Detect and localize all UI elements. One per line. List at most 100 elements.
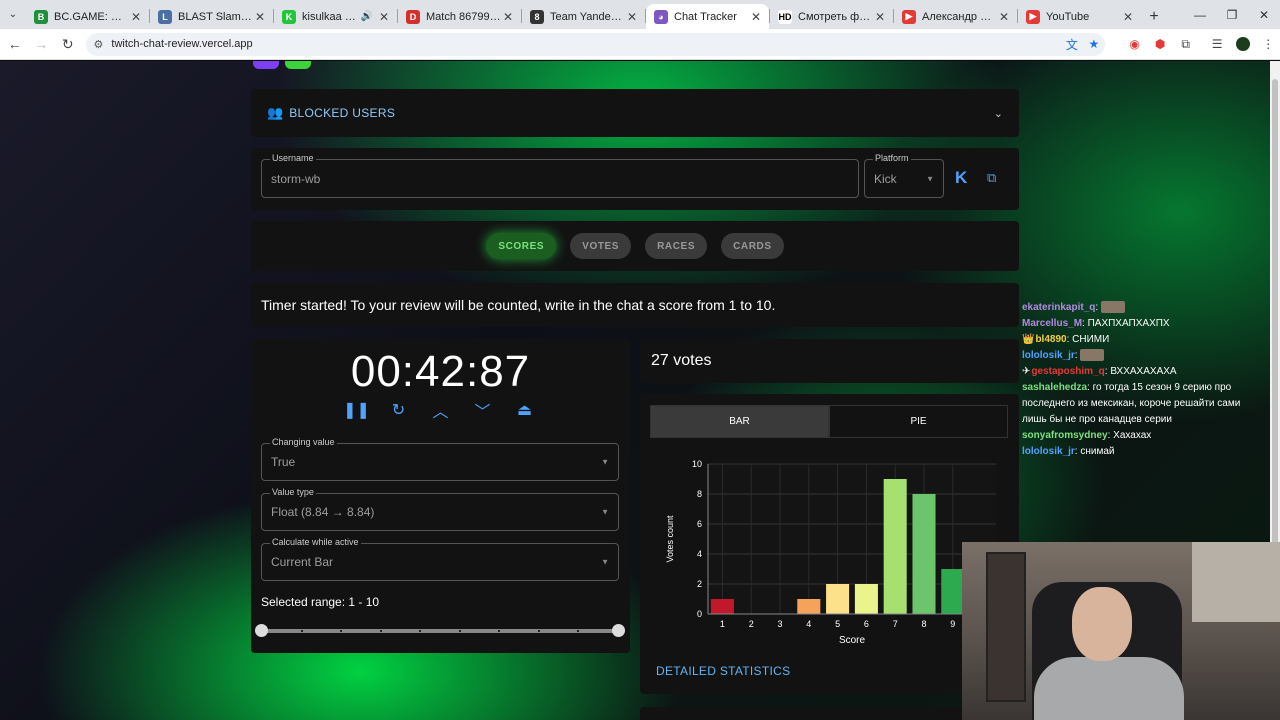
range-min-handle[interactable] [255,624,268,637]
username-field[interactable]: Username storm-wb [261,153,859,198]
browser-tab[interactable]: Kkisulkaa Stream - Kick🔊 ✕ [274,4,397,29]
copy-icon[interactable]: ⧉ [987,170,1001,186]
webcam-overlay [962,542,1280,720]
close-window-icon[interactable]: ✕ [1248,0,1280,29]
slider-tick [577,630,580,632]
tab-title: kisulkaa Stream - Kick [302,10,361,23]
kick-icon[interactable]: K [955,169,971,187]
tab-close-icon[interactable]: ✕ [1121,10,1135,24]
minimize-icon[interactable]: — [1184,0,1216,29]
x-tick-label: 1 [720,619,725,629]
range-slider[interactable] [255,624,625,637]
chevron-down-icon[interactable]: ⌄ [994,107,1003,120]
tab-favicon: ▶ [902,9,916,24]
tab-favicon: D [406,9,420,24]
tab-races[interactable]: RACES [645,233,708,259]
tab-favicon: ▶ [1026,9,1040,24]
changing-value-label: Changing value [270,437,337,447]
browser-tab[interactable]: D Match 8679911370 - Dotabuff✕ [398,4,521,29]
tab-audio-icon[interactable]: 🔊 [361,11,373,22]
adblock-extension-icon[interactable]: ⬢ [1148,32,1172,56]
chat-username[interactable]: ekaterinkapit_q [1022,302,1095,313]
url-input[interactable]: ⚙ twitch-chat-review.vercel.app 文 ★ [85,32,1105,56]
chart-tab-pie[interactable]: PIE [829,405,1008,438]
tab-close-icon[interactable]: ✕ [129,10,143,24]
tab-votes[interactable]: VOTES [570,233,632,259]
browser-tab[interactable]: HD Смотреть фильмы онлайн✕ [770,4,893,29]
votes-count: 27 votes [640,339,1019,383]
chat-message: lololosik_jr: [1020,348,1266,364]
range-max-handle[interactable] [612,624,625,637]
tab-search-icon[interactable]: ⌄ [0,0,26,29]
pause-icon[interactable]: ❚❚ [343,401,370,419]
x-tick-label: 3 [777,619,782,629]
tab-close-icon[interactable]: ✕ [501,10,515,24]
calculate-select[interactable]: Calculate while active Current Bar ▼ [261,537,619,581]
chat-message: sonyafromsydney: Хахахах [1020,428,1266,444]
y-tick-label: 2 [697,579,702,589]
browser-tab[interactable]: B BC.GAME: Crypto Casino✕ [26,4,149,29]
chat-username[interactable]: bl4890 [1035,334,1066,345]
chart-tab-bar[interactable]: BAR [650,405,829,438]
browser-menu-icon[interactable]: ⋮ [1256,32,1280,56]
y-tick-label: 10 [692,459,702,469]
browser-tab[interactable]: ◕ Chat Tracker ✕ [646,4,769,29]
tab-favicon: ◕ [654,9,668,24]
chat-username[interactable]: gestaposhim_q [1031,366,1104,377]
tab-scores[interactable]: SCORES [486,233,557,259]
chat-username[interactable]: sonyafromsydney [1022,430,1108,441]
bookmark-star-icon[interactable]: ★ [1083,37,1105,51]
new-tab-button[interactable]: + [1141,4,1167,29]
chat-username[interactable]: lololosik_jr [1022,446,1075,457]
dropdown-caret-icon: ▼ [601,507,609,517]
x-tick-label: 9 [950,619,955,629]
tab-close-icon[interactable]: ✕ [749,10,763,24]
calculate-label: Calculate while active [270,537,361,547]
forward-icon[interactable]: → [30,32,54,56]
webcam-person-head [1072,587,1132,661]
tab-close-icon[interactable]: ✕ [253,10,267,24]
scrollbar-thumb[interactable] [1272,79,1278,559]
blocked-users-label: BLOCKED USERS [289,106,396,120]
restore-icon[interactable]: ❐ [1216,0,1248,29]
tab-close-icon[interactable]: ✕ [997,10,1011,24]
tab-close-icon[interactable]: ✕ [377,10,391,24]
browser-tab[interactable]: L BLAST Slam VI - Liquipedia✕ [150,4,273,29]
reset-icon[interactable]: ↻ [390,401,408,419]
chat-username[interactable]: sashalehedza [1022,382,1087,393]
x-axis-label: Score [839,635,866,646]
slider-tick [419,630,422,632]
extensions-icon[interactable]: ⧉ [1174,32,1198,56]
profile-avatar[interactable] [1231,32,1255,56]
browser-tab[interactable]: ▶ YouTube ✕ [1018,4,1141,29]
back-icon[interactable]: ← [3,32,27,56]
user-settings-row: Username storm-wb Platform Kick ▼ K ⧉ [251,148,1019,210]
site-info-icon[interactable]: ⚙ [94,38,104,51]
chevron-down-icon[interactable]: ﹀ [474,401,492,421]
detailed-statistics-link[interactable]: DETAILED STATISTICS [656,664,790,678]
eject-icon[interactable]: ⏏ [516,401,534,419]
tab-close-icon[interactable]: ✕ [873,10,887,24]
y-tick-label: 6 [697,519,702,529]
value-type-select[interactable]: Value type Float (8.84 → 8.84) ▼ [261,487,619,531]
x-tick-label: 6 [864,619,869,629]
x-tick-label: 7 [893,619,898,629]
slider-tick [537,630,540,632]
tab-cards[interactable]: CARDS [721,233,784,259]
browser-tab[interactable]: ▶ Александр Штефанов✕ [894,4,1017,29]
reload-icon[interactable]: ↻ [56,32,80,56]
reading-list-icon[interactable]: ☰ [1205,32,1229,56]
translate-icon[interactable]: 文 [1061,36,1083,53]
chat-username[interactable]: lololosik_jr [1022,350,1075,361]
chat-username[interactable]: Marcellus_M [1022,318,1082,329]
tab-close-icon[interactable]: ✕ [625,10,639,24]
y-tick-label: 8 [697,489,702,499]
platform-select[interactable]: Platform Kick ▼ [864,153,944,198]
opera-extension-icon[interactable]: ◉ [1123,32,1147,56]
blocked-users-accordion[interactable]: 👥 BLOCKED USERS ⌄ [251,89,1019,137]
chevron-up-icon[interactable]: ︿ [432,401,450,421]
x-tick-label: 4 [806,619,811,629]
changing-value-select[interactable]: Changing value True ▼ [261,437,619,481]
x-tick-label: 2 [749,619,754,629]
browser-tab[interactable]: 8 Team Yandex vs Team✕ [522,4,645,29]
